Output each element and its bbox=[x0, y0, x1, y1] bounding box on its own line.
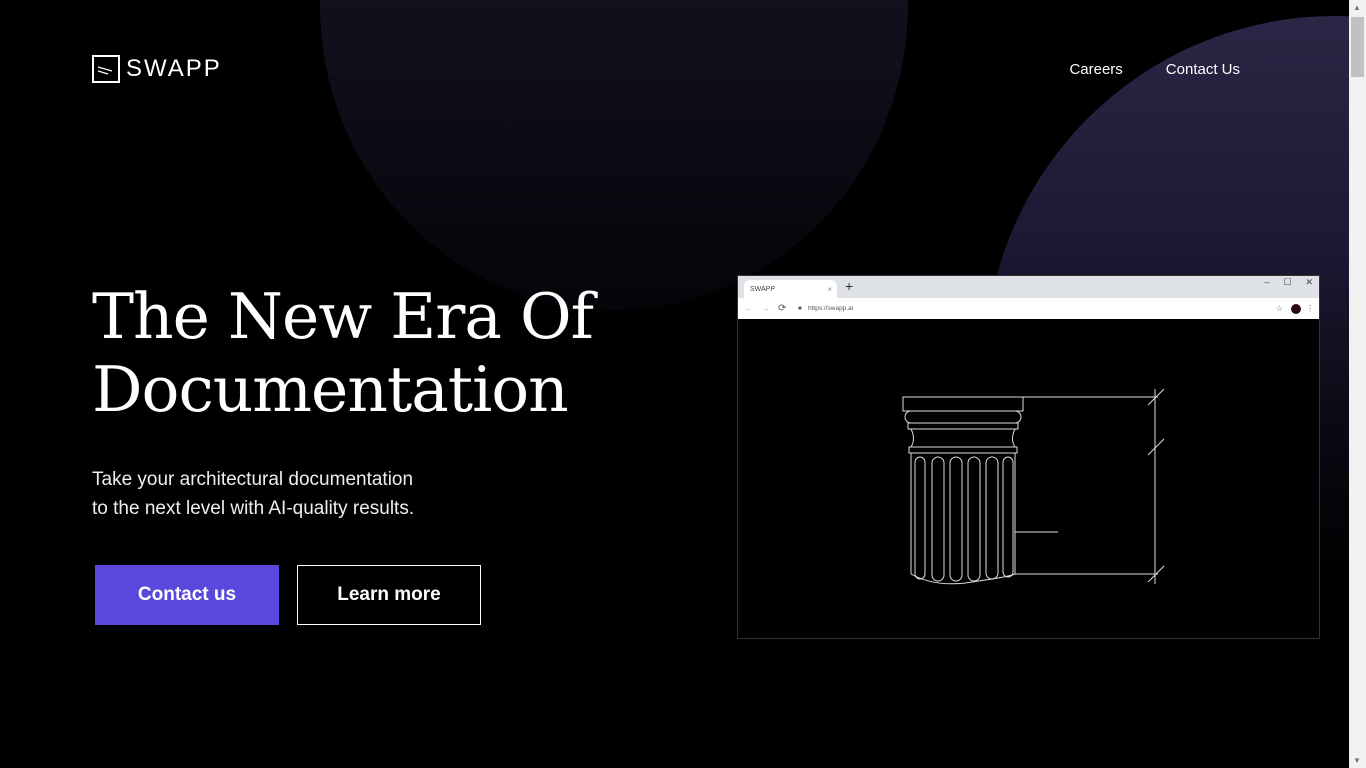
page: SWAPP Careers Contact Us The New Era Of … bbox=[0, 0, 1349, 768]
browser-address-bar: ← → ⟳ ■ https://swapp.ai ☆ ⋮ bbox=[738, 298, 1319, 319]
window-controls: – ☐ ✕ bbox=[1264, 277, 1313, 288]
logo-icon bbox=[92, 55, 120, 83]
logo-text: SWAPP bbox=[126, 55, 222, 82]
learn-more-button[interactable]: Learn more bbox=[297, 565, 481, 625]
contact-us-button[interactable]: Contact us bbox=[95, 565, 279, 625]
browser-tab-bar: SWAPP × + – ☐ ✕ bbox=[738, 276, 1319, 298]
star-icon: ☆ bbox=[1275, 304, 1283, 313]
nav-careers[interactable]: Careers bbox=[1069, 61, 1122, 78]
profile-avatar bbox=[1291, 303, 1301, 314]
hero-title: The New Era Of Documentation bbox=[92, 280, 594, 426]
tab-close-icon: × bbox=[827, 284, 832, 294]
reload-icon: ⟳ bbox=[778, 303, 787, 314]
scroll-up-icon[interactable]: ▲ bbox=[1353, 3, 1361, 12]
hero-title-line: The New Era Of bbox=[92, 280, 594, 353]
browser-tab: SWAPP × bbox=[744, 280, 837, 298]
forward-icon: → bbox=[762, 304, 770, 313]
scroll-down-icon[interactable]: ▼ bbox=[1353, 756, 1361, 765]
back-icon: ← bbox=[744, 304, 752, 313]
browser-mockup: SWAPP × + – ☐ ✕ ← → ⟳ ■ https://swapp.ai… bbox=[737, 275, 1320, 639]
hero-subtitle: Take your architectural documentation to… bbox=[92, 465, 414, 523]
hero-subtitle-line: Take your architectural documentation bbox=[92, 469, 414, 490]
hero-subtitle-line: to the next level with AI-quality result… bbox=[92, 498, 415, 519]
scrollbar-thumb[interactable] bbox=[1351, 17, 1364, 77]
cad-canvas bbox=[738, 319, 1319, 638]
menu-icon: ⋮ bbox=[1306, 304, 1314, 313]
maximize-icon: ☐ bbox=[1283, 277, 1292, 287]
minimize-icon: – bbox=[1264, 277, 1270, 287]
column-flutes bbox=[914, 456, 1014, 582]
url-text: https://swapp.ai bbox=[808, 305, 854, 312]
new-tab-icon: + bbox=[845, 278, 854, 294]
logo[interactable]: SWAPP bbox=[92, 55, 222, 83]
lock-icon: ■ bbox=[798, 305, 802, 312]
tab-title: SWAPP bbox=[750, 285, 776, 293]
page-scrollbar[interactable]: ▲ ▼ bbox=[1349, 0, 1366, 768]
background-circle bbox=[320, 0, 908, 310]
top-nav: Careers Contact Us bbox=[1069, 61, 1240, 78]
close-icon: ✕ bbox=[1305, 277, 1313, 287]
column-drawing bbox=[902, 388, 1165, 585]
hero-title-line: Documentation bbox=[92, 353, 569, 426]
nav-contact-us[interactable]: Contact Us bbox=[1166, 61, 1240, 78]
